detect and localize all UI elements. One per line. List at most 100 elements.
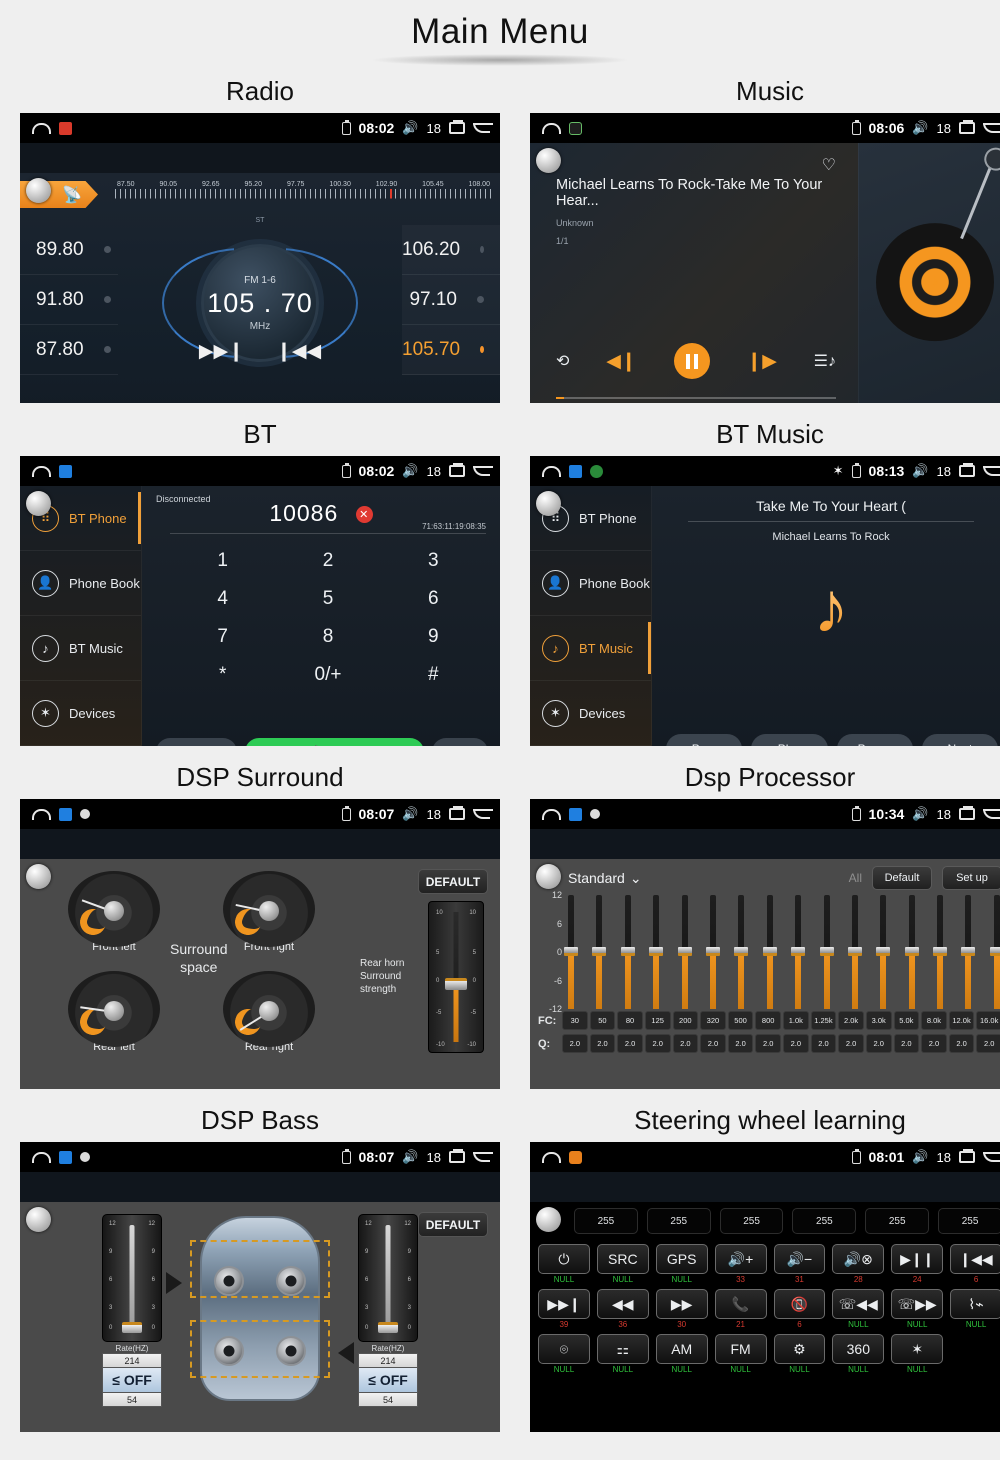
eq-band-slider[interactable] xyxy=(876,895,891,1009)
steering-key[interactable]: 🔊+ 33 xyxy=(714,1244,767,1284)
steering-key[interactable]: ⌾ NULL xyxy=(538,1334,590,1374)
keypad-key[interactable]: 0/+ xyxy=(275,656,380,694)
eq-band-slider[interactable] xyxy=(819,895,834,1009)
steering-key[interactable]: 📞 21 xyxy=(714,1289,767,1329)
recents-icon[interactable] xyxy=(449,120,465,134)
slider-thumb[interactable] xyxy=(961,947,976,956)
gauge-dial[interactable] xyxy=(223,871,315,947)
slider-thumb[interactable] xyxy=(762,947,777,956)
eq-fc-cell[interactable]: 125 xyxy=(644,1011,671,1030)
adc-value[interactable]: 255 xyxy=(574,1208,638,1234)
eq-band-slider[interactable] xyxy=(847,895,862,1009)
slider-thumb[interactable] xyxy=(564,947,578,956)
recents-icon[interactable] xyxy=(449,806,465,820)
adc-value[interactable]: 255 xyxy=(865,1208,930,1234)
fast-forward-icon[interactable]: ▶▶ xyxy=(655,1289,708,1319)
rear-horn-slider[interactable]: 10 10 55 00 -5 -5 -10 -10 xyxy=(428,901,484,1053)
360-view-icon[interactable]: 360 xyxy=(832,1334,885,1364)
preset-list-right[interactable]: 106.20 97.10 105.70 xyxy=(402,225,500,375)
gear-icon[interactable]: ⚙ xyxy=(773,1334,826,1364)
progress-bar[interactable] xyxy=(556,397,836,399)
steering-key[interactable]: FM NULL xyxy=(714,1334,767,1374)
hangup-icon[interactable]: 📵 xyxy=(773,1289,826,1319)
slider-thumb[interactable] xyxy=(705,947,720,956)
eq-q-cell[interactable]: 2.0 xyxy=(644,1034,671,1053)
dial-button[interactable]: 📞 Dial xyxy=(244,738,424,746)
eq-band-slider[interactable] xyxy=(933,895,948,1009)
play-pause-icon[interactable]: ▶❙❙ xyxy=(891,1244,944,1274)
eq-band-slider[interactable] xyxy=(961,895,976,1009)
rewind-icon[interactable]: ◀◀ xyxy=(596,1289,649,1319)
recents-icon[interactable] xyxy=(959,120,975,134)
home-icon[interactable] xyxy=(32,808,51,820)
slider-thumb[interactable] xyxy=(649,947,664,956)
gauge-front-left[interactable]: Front left xyxy=(64,871,164,953)
preset-item[interactable]: 105.70 xyxy=(402,325,500,375)
eq-band-slider[interactable] xyxy=(734,895,749,1009)
eq-q-cell[interactable]: 2.0 xyxy=(893,1034,920,1053)
preset-item[interactable]: 89.80 xyxy=(20,225,118,275)
eq-q-cell[interactable]: 2.0 xyxy=(976,1034,1000,1053)
eq-q-cell[interactable]: 2.0 xyxy=(865,1034,892,1053)
sidebar-item-phone-book[interactable]: 👤 Phone Book xyxy=(20,551,141,616)
home-icon[interactable] xyxy=(542,1151,561,1163)
adc-value[interactable]: 255 xyxy=(792,1208,857,1234)
bt-screen[interactable]: 08:02 🔊 18 ⠿ BT Phone 👤 Phone Book ♪ BT … xyxy=(20,456,500,746)
gauge-dial[interactable] xyxy=(68,971,160,1047)
bluetooth-icon[interactable]: ✶ xyxy=(891,1334,944,1364)
eq-band-slider[interactable] xyxy=(989,895,1000,1009)
keypad-key[interactable]: # xyxy=(381,656,486,694)
bass-slider-right[interactable]: 12 12 99 66 33 00 Rate(HZ) 214 ≤ OFF 54 xyxy=(358,1214,418,1407)
eq-fc-cell[interactable]: 1.25k xyxy=(810,1011,837,1030)
eq-fc-cell[interactable]: 3.0k xyxy=(865,1011,892,1030)
keypad-key[interactable]: 1 xyxy=(170,542,275,580)
rotary-knob[interactable] xyxy=(26,491,51,516)
eq-fc-cell[interactable]: 16.0k xyxy=(976,1011,1000,1030)
bass-slider-left[interactable]: 12 12 99 66 33 00 Rate(HZ) 214 ≤ OFF 54 xyxy=(102,1214,162,1407)
equalizer-chart[interactable]: 12 6 0 -6 -12 xyxy=(538,890,1000,1014)
bt-sidebar[interactable]: ⠿ BT Phone 👤 Phone Book ♪ BT Music ✶ Dev… xyxy=(530,486,652,746)
slider-thumb[interactable] xyxy=(445,978,467,990)
steering-key[interactable]: GPS NULL xyxy=(655,1244,708,1284)
front-speakers-selection[interactable] xyxy=(190,1240,330,1298)
eq-fc-cell[interactable]: 80 xyxy=(617,1011,643,1030)
rotary-knob[interactable] xyxy=(536,864,561,889)
camera-icon[interactable]: ⌾ xyxy=(538,1334,590,1364)
bt-music-screen[interactable]: ✶ 08:13 🔊 18 ⠿ BT Phone 👤 Phone Book ♪ B xyxy=(530,456,1000,746)
keypad-key[interactable]: 9 xyxy=(381,618,486,656)
eq-q-cell[interactable]: 2.0 xyxy=(810,1034,837,1053)
steering-key[interactable]: ✶ NULL xyxy=(891,1334,944,1374)
home-icon[interactable] xyxy=(542,808,561,820)
sidebar-item-bt-music[interactable]: ♪ BT Music xyxy=(530,616,651,681)
tune-up-button[interactable]: ▶▶❙ xyxy=(199,340,244,363)
home-icon[interactable] xyxy=(542,122,561,134)
power-icon[interactable]: ⏻ xyxy=(538,1244,590,1274)
bt-sidebar[interactable]: ⠿ BT Phone 👤 Phone Book ♪ BT Music ✶ Dev… xyxy=(20,486,142,746)
eq-fc-cell[interactable]: 5.0k xyxy=(893,1011,920,1030)
eq-q-cell[interactable]: 2.0 xyxy=(617,1034,643,1053)
keypad-key[interactable]: 6 xyxy=(381,580,486,618)
gauge-rear-right[interactable]: Rear right xyxy=(219,971,319,1053)
preset-item[interactable]: 97.10 xyxy=(402,275,500,325)
eq-fc-cell[interactable]: 12.0k xyxy=(948,1011,975,1030)
default-button[interactable]: DEFAULT xyxy=(418,869,488,894)
preset-item[interactable]: 87.80 xyxy=(20,325,118,375)
aux-icon[interactable]: ⚏ xyxy=(596,1334,649,1364)
home-icon[interactable] xyxy=(542,465,561,477)
eq-preset-selector[interactable]: Standard ⌄ xyxy=(568,870,642,887)
keypad-key[interactable]: * xyxy=(170,656,275,694)
adc-value[interactable]: 255 xyxy=(646,1208,711,1234)
call-prev-icon[interactable]: ☏◀◀ xyxy=(832,1289,885,1319)
heart-icon[interactable]: ♡ xyxy=(822,155,836,175)
gauge-dial[interactable] xyxy=(223,971,315,1047)
eq-fc-cell[interactable]: 800 xyxy=(755,1011,781,1030)
am-icon[interactable]: AM xyxy=(655,1334,708,1364)
call-next-icon[interactable]: ☏▶▶ xyxy=(891,1289,944,1319)
sound-switch-button[interactable]: Sound Swit... xyxy=(156,738,237,746)
slider-thumb[interactable] xyxy=(734,947,749,956)
home-icon[interactable] xyxy=(32,122,51,134)
eq-fc-cell[interactable]: 200 xyxy=(672,1011,699,1030)
bt-music-pause-button[interactable]: Pause xyxy=(836,734,913,746)
playback-controls[interactable]: ⟲ ◀❙ ❙▶ ☰♪ xyxy=(556,343,836,379)
slider-thumb[interactable] xyxy=(933,947,948,956)
